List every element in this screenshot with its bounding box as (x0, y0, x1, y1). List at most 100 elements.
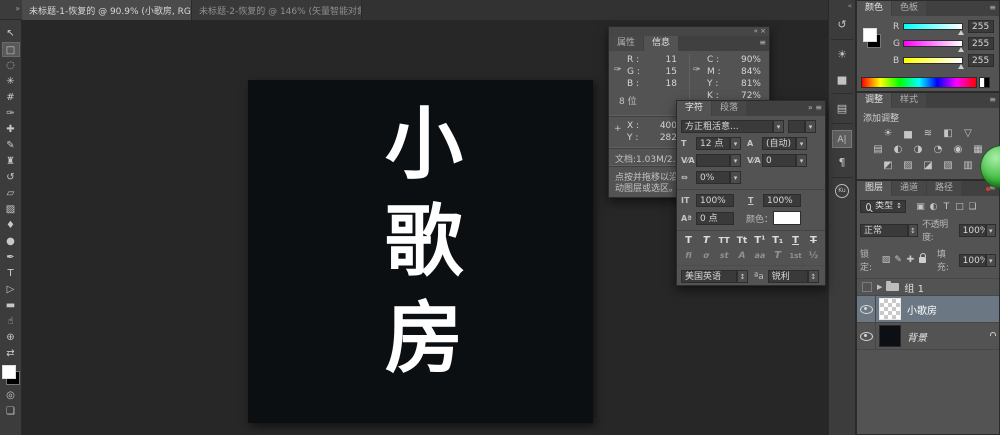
layer-visibility-toggle[interactable] (857, 296, 876, 322)
panel-menu-icon[interactable]: ≡ (989, 95, 996, 104)
lock-position-icon[interactable]: ✚ (904, 255, 916, 265)
fill-field[interactable]: 100% (959, 254, 986, 267)
tab-adjustments[interactable]: 调整 (857, 93, 891, 108)
layer-visibility-toggle[interactable] (857, 323, 876, 349)
adjustments-panel-icon[interactable]: ☀ (832, 46, 852, 64)
brightness-contrast-icon[interactable]: ☀ (882, 128, 895, 140)
font-size-field[interactable]: 12 点 (696, 137, 730, 150)
proportional-spacing-field[interactable]: 0% (696, 171, 730, 184)
healing-brush-tool-icon[interactable]: ✚ (2, 122, 20, 137)
blend-mode-spinner-icon[interactable]: ↕ (908, 224, 919, 237)
r-slider[interactable] (903, 23, 963, 30)
color-spectrum-ramp[interactable] (861, 77, 977, 88)
layer-name[interactable]: 小歌房 (907, 302, 937, 317)
all-caps-button[interactable]: TT (717, 236, 732, 245)
ot-contextual-button[interactable]: σ (699, 251, 714, 260)
strikethrough-button[interactable]: T (806, 235, 821, 246)
kerning-dropdown-icon[interactable]: ▾ (730, 154, 741, 167)
libraries-panel-icon[interactable]: Ku (835, 184, 849, 198)
tab-layers[interactable]: 图层 (857, 181, 891, 196)
language-spinner-icon[interactable]: ↕ (737, 270, 748, 283)
r-slider-thumb[interactable] (958, 30, 964, 35)
subscript-button[interactable]: T₁ (770, 235, 785, 246)
invert-icon[interactable]: ◩ (882, 160, 895, 172)
ot-fractions-button[interactable]: ½ (806, 251, 821, 261)
tracking-field[interactable]: 0 (762, 154, 796, 167)
history-brush-tool-icon[interactable]: ↺ (2, 170, 20, 185)
layer-thumbnail[interactable] (879, 325, 901, 347)
histogram-panel-icon[interactable]: ▅ (832, 70, 852, 88)
g-slider[interactable] (903, 40, 963, 47)
move-tool-icon[interactable]: ↖ (2, 26, 20, 41)
antialias-spinner-icon[interactable]: ↕ (808, 270, 819, 283)
document-tab-active[interactable]: 未标题-1-恢复的 @ 90.9% (小歌房, RGB/8) * × (22, 0, 192, 20)
gradient-tool-icon[interactable]: ▨ (2, 202, 20, 217)
ot-swash-button[interactable]: A (735, 251, 750, 261)
collapse-icon[interactable]: « (754, 27, 758, 35)
ot-ordinals-button[interactable]: 1st (788, 252, 803, 260)
font-style-dropdown-icon[interactable]: ▾ (805, 120, 816, 133)
group-name[interactable]: 组 1 (904, 280, 924, 295)
panel-menu-icon[interactable]: ≡ (989, 3, 996, 12)
hand-tool-icon[interactable]: ☝ (2, 314, 20, 329)
faux-italic-button[interactable]: T (699, 235, 714, 246)
filter-shape-layers-icon[interactable]: □ (953, 202, 966, 212)
gradient-map-icon[interactable]: ▧ (942, 160, 955, 172)
tracking-dropdown-icon[interactable]: ▾ (796, 154, 807, 167)
tab-styles[interactable]: 样式 (892, 93, 926, 108)
ot-stylistic-alternates-button[interactable]: aa (752, 251, 767, 260)
document-tab-inactive[interactable]: 未标题-2-恢复的 @ 146% (矢量智能对象, RGB/8) × (192, 0, 362, 20)
paragraph-panel-icon[interactable]: ¶ (832, 154, 852, 172)
filter-adjustment-layers-icon[interactable]: ◐ (927, 202, 940, 212)
tab-info[interactable]: 信息 (644, 36, 678, 51)
blur-tool-icon[interactable]: ♦ (2, 218, 20, 233)
rectangular-marquee-tool-icon[interactable]: □ (2, 42, 20, 57)
underline-button[interactable]: T (788, 235, 803, 246)
opacity-dropdown-icon[interactable]: ▾ (986, 224, 997, 237)
posterize-icon[interactable]: ▨ (902, 160, 915, 172)
foreground-color-swatch[interactable] (863, 28, 877, 42)
tab-character[interactable]: 字符 (677, 101, 711, 116)
color-lookup-icon[interactable]: ▦ (972, 144, 985, 156)
g-slider-thumb[interactable] (958, 47, 964, 52)
tab-color[interactable]: 颜色 (857, 1, 891, 16)
small-caps-button[interactable]: Tt (735, 236, 750, 246)
pen-tool-icon[interactable]: ✒ (2, 250, 20, 265)
font-family-dropdown-icon[interactable]: ▾ (773, 120, 784, 133)
ot-discretionary-button[interactable]: st (717, 251, 732, 260)
color-panel-swatches[interactable] (863, 28, 881, 48)
vibrance-icon[interactable]: ▽ (962, 128, 975, 140)
faux-bold-button[interactable]: T (681, 235, 696, 246)
brush-tool-icon[interactable]: ✎ (2, 138, 20, 153)
panel-menu-icon[interactable]: ≡ (759, 38, 766, 47)
font-size-dropdown-icon[interactable]: ▾ (730, 137, 741, 150)
lock-transparency-icon[interactable]: ▨ (880, 255, 892, 265)
tab-swatches[interactable]: 色板 (892, 1, 926, 16)
foreground-background-swatches[interactable] (2, 365, 20, 385)
leading-field[interactable]: (自动) (762, 137, 796, 150)
ramp-black-swatch[interactable] (984, 77, 990, 88)
b-value-field[interactable]: 255 (968, 54, 994, 67)
clone-stamp-tool-icon[interactable]: ♜ (2, 154, 20, 169)
layer-name[interactable]: 背景 (907, 329, 927, 344)
screen-mode-icon[interactable]: ❏ (2, 404, 20, 419)
layer-filter-type-select[interactable]: 类型 ↕ (860, 200, 906, 213)
threshold-icon[interactable]: ◪ (922, 160, 935, 172)
tab-channels[interactable]: 通道 (892, 181, 926, 196)
quick-mask-icon[interactable]: ◎ (2, 388, 20, 403)
crop-tool-icon[interactable]: # (2, 90, 20, 105)
character-panel-icon[interactable]: A| (832, 130, 852, 148)
color-balance-icon[interactable]: ◐ (892, 144, 905, 156)
filter-pixel-layers-icon[interactable]: ▣ (914, 202, 927, 212)
lock-all-icon[interactable] (917, 257, 929, 263)
ot-titling-button[interactable]: T (770, 250, 785, 261)
dock-collapse-icon[interactable]: « (829, 0, 855, 10)
vertical-scale-field[interactable]: 100% (696, 194, 734, 207)
kerning-field[interactable] (696, 154, 730, 167)
group-expand-icon[interactable]: ▶ (877, 283, 882, 291)
shape-tool-icon[interactable]: ▬ (2, 298, 20, 313)
font-family-field[interactable]: 方正粗活意... (681, 120, 773, 133)
canvas[interactable]: 小歌房 (248, 80, 593, 423)
b-slider[interactable] (903, 57, 963, 64)
path-selection-tool-icon[interactable]: ▷ (2, 282, 20, 297)
